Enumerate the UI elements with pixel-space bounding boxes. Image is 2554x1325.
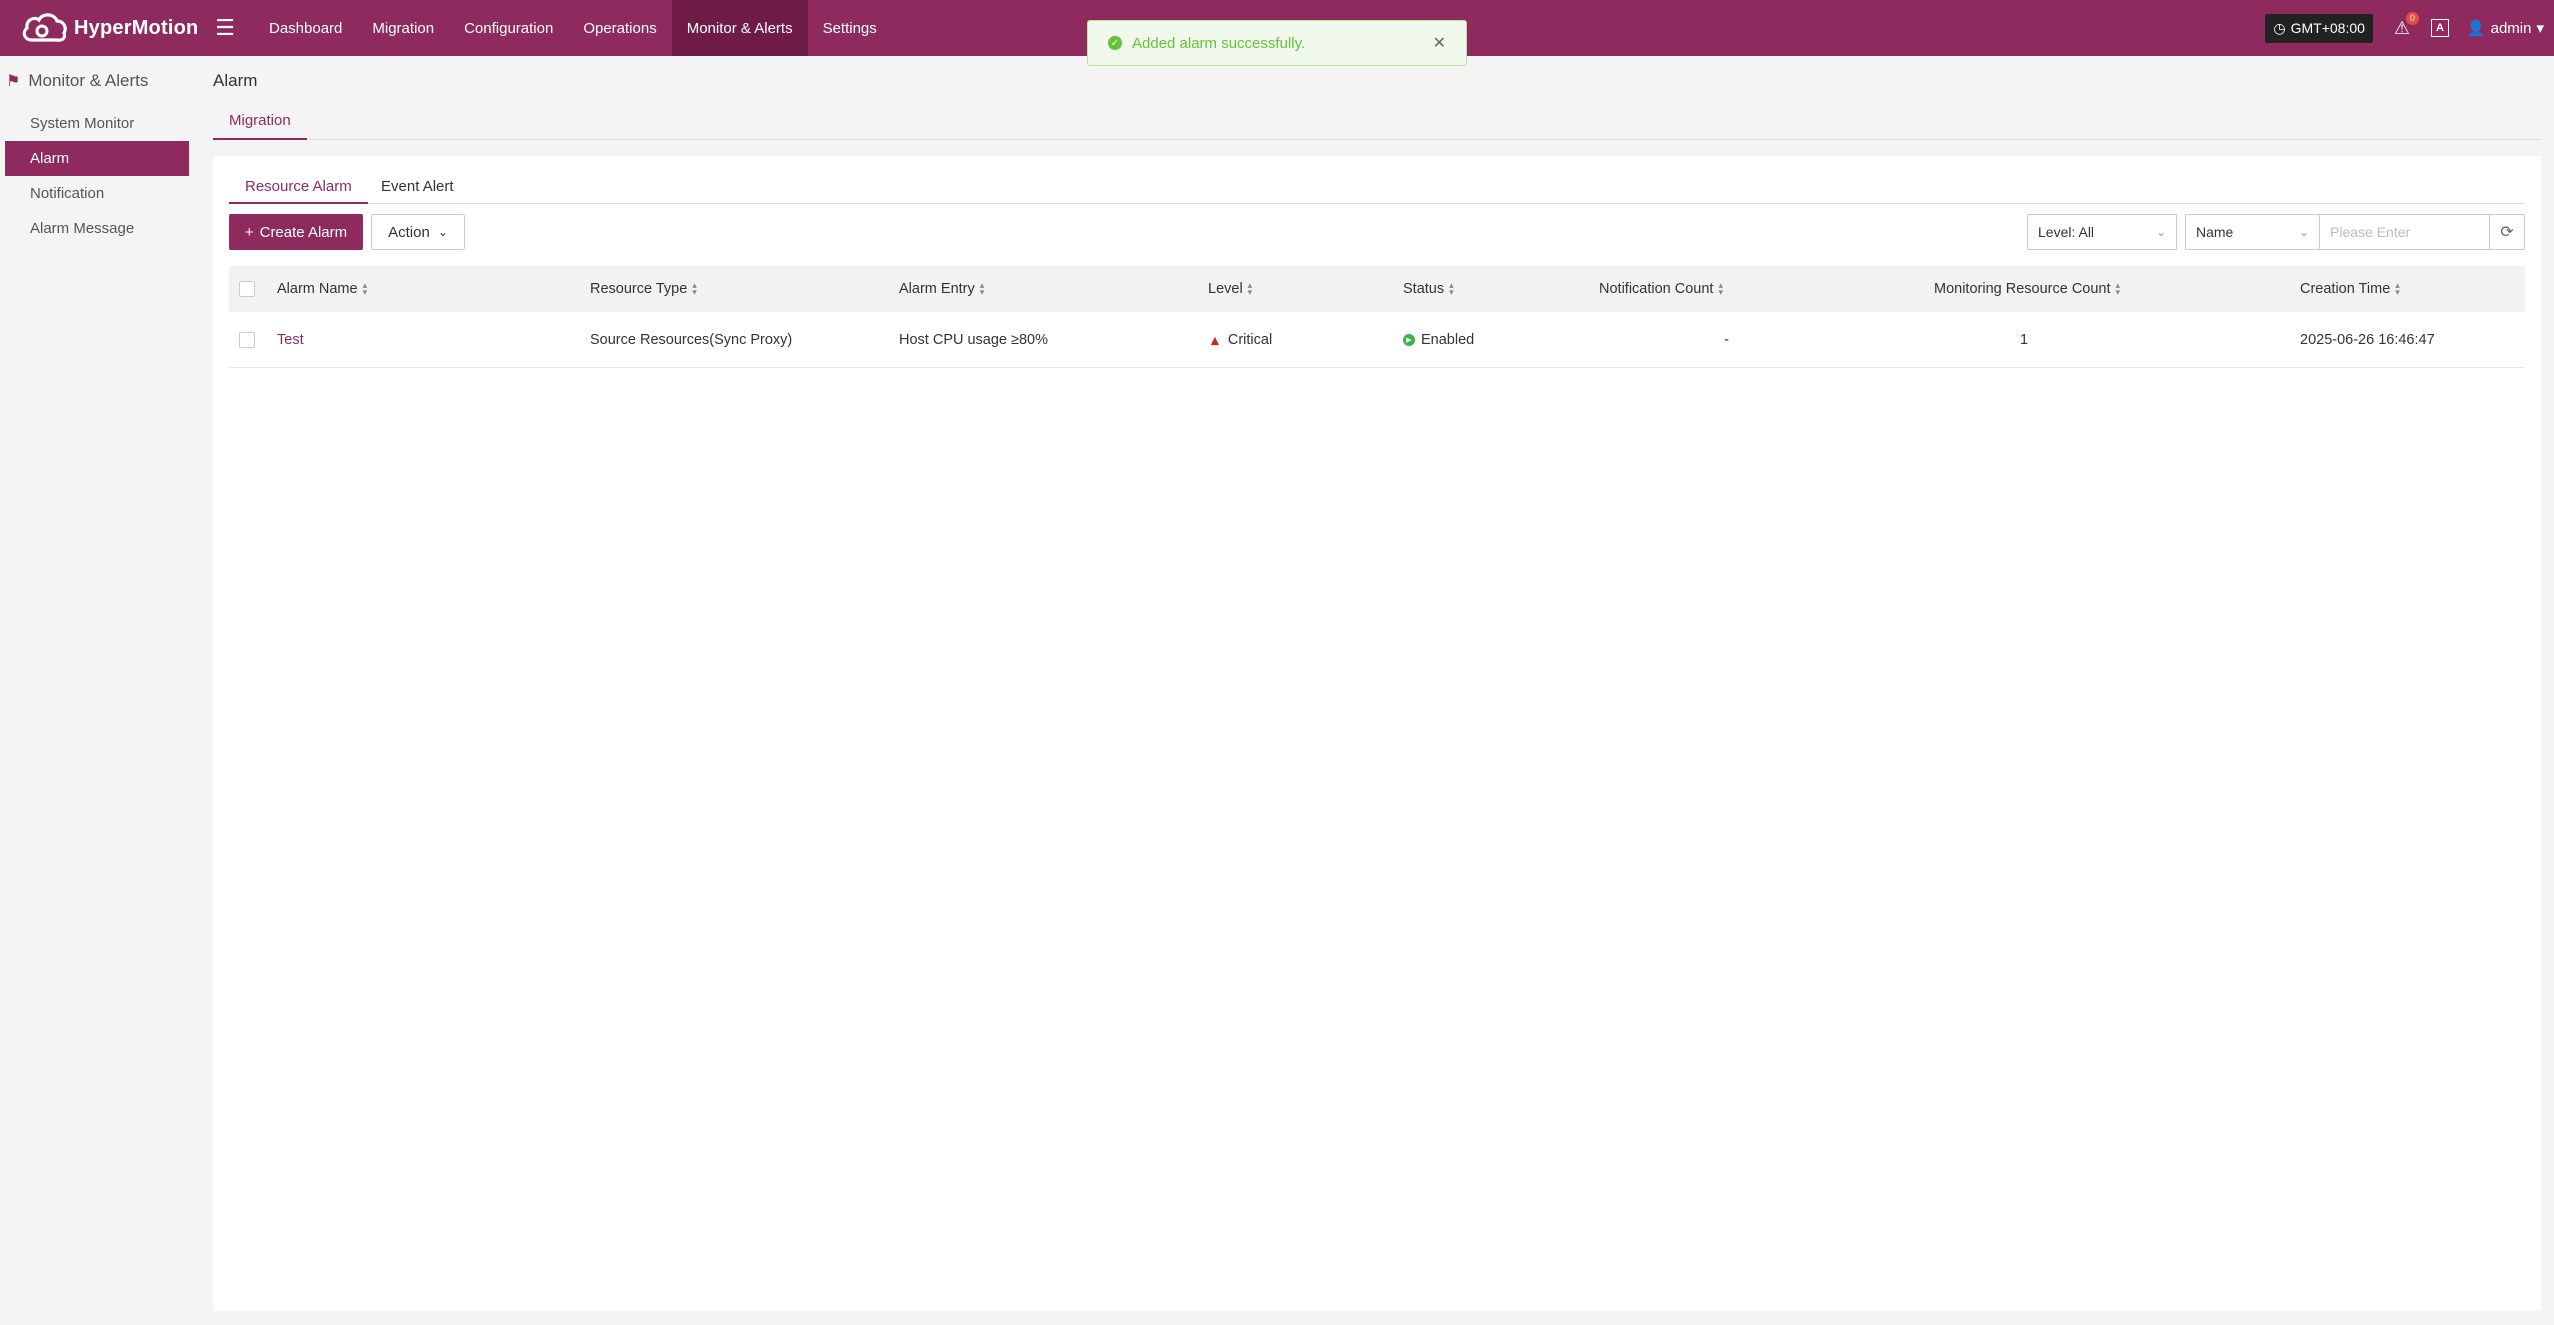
row-checkbox[interactable] — [239, 312, 255, 367]
monitoring-count-cell: 1 — [2019, 331, 2029, 348]
alarm-table: Alarm Name ▴ ▾ Resource Type ▴ ▾ Alarm Entry… — [229, 266, 2525, 368]
table-header: Alarm Name ▴ ▾ Resource Type ▴ ▾ Alarm Entry… — [229, 266, 2525, 312]
col-alarm-entry[interactable]: Alarm Entry ▴ ▾ — [899, 266, 984, 312]
app-logo[interactable]: HyperMotion — [0, 0, 200, 56]
caret-down-icon: ▾ — [2536, 20, 2544, 37]
timezone-label: GMT+08:00 — [2290, 20, 2365, 36]
sidebar-item-alarm[interactable]: Alarm — [5, 141, 189, 176]
sort-icon: ▴ ▾ — [2115, 280, 2121, 297]
col-label: Alarm Name — [277, 281, 358, 297]
col-resource-type[interactable]: Resource Type ▴ ▾ — [590, 266, 697, 312]
nav-configuration[interactable]: Configuration — [449, 0, 568, 56]
language-icon[interactable]: A — [2430, 19, 2449, 37]
tab-event-alert[interactable]: Event Alert — [365, 170, 470, 204]
timezone-button[interactable]: ◷ GMT+08:00 — [2265, 13, 2373, 43]
plus-icon: + — [244, 223, 254, 241]
level-filter-value: Level: All — [2038, 224, 2095, 240]
sort-icon: ▴ ▾ — [692, 280, 697, 297]
top-right-controls: ◷ GMT+08:00 ⚠ 0 A 👤 admin ▾ — [2265, 0, 2544, 56]
app-name: HyperMotion — [74, 16, 199, 39]
col-level[interactable]: Level ▴ ▾ — [1208, 266, 1252, 312]
table-row: Test Source Resources(Sync Proxy) Host C… — [229, 312, 2525, 368]
col-label: Level — [1208, 281, 1243, 297]
alert-count-badge: 0 — [2405, 11, 2419, 25]
chevron-down-icon: ⌄ — [2298, 225, 2309, 239]
notification-count-cell: - — [1724, 331, 1729, 348]
col-label: Creation Time — [2300, 281, 2391, 297]
level-cell: ▲ Critical — [1208, 312, 1272, 367]
nav-operations[interactable]: Operations — [568, 0, 671, 56]
col-label: Monitoring Resource Count — [1934, 281, 2111, 297]
level-label: Critical — [1227, 331, 1273, 348]
sidebar-item-alarm-message[interactable]: Alarm Message — [5, 211, 189, 246]
nav-migration[interactable]: Migration — [357, 0, 449, 56]
create-alarm-label: Create Alarm — [259, 223, 348, 241]
action-label: Action — [388, 223, 430, 241]
success-toast: ✓ Added alarm successfully. ✕ — [1087, 20, 1467, 66]
main-nav: Dashboard Migration Configuration Operat… — [254, 0, 892, 56]
refresh-icon[interactable]: ⟳ — [2489, 214, 2525, 250]
menu-toggle-icon[interactable]: ☰ — [200, 0, 250, 56]
sidebar-header-label: Monitor & Alerts — [28, 71, 149, 90]
sidebar: ⚑ Monitor & Alerts System Monitor Alarm … — [0, 56, 200, 1325]
main-panel: Resource Alarm Event Alert + Create Alar… — [213, 156, 2541, 1311]
chevron-down-icon: ⌄ — [437, 225, 448, 239]
sort-icon: ▴ ▾ — [1718, 280, 1723, 297]
sidebar-header: ⚑ Monitor & Alerts — [0, 56, 200, 106]
tab-resource-alarm[interactable]: Resource Alarm — [229, 170, 368, 204]
check-circle-icon: ✓ — [1108, 36, 1122, 50]
user-icon: 👤 — [2466, 20, 2486, 37]
col-creation-time[interactable]: Creation Time ▴ ▾ — [2300, 266, 2400, 312]
search-input[interactable]: Please Enter — [2319, 214, 2492, 250]
col-alarm-name[interactable]: Alarm Name ▴ ▾ — [277, 266, 367, 312]
col-label: Resource Type — [590, 281, 688, 297]
sort-icon: ▴ ▾ — [1449, 280, 1454, 297]
tab-migration[interactable]: Migration — [213, 108, 307, 140]
warning-triangle-icon: ▲ — [1208, 331, 1222, 348]
sort-icon: ▴ ▾ — [362, 280, 368, 297]
level-filter-select[interactable]: Level: All ⌄ — [2027, 214, 2177, 250]
alarm-name-link[interactable]: Test — [277, 312, 304, 367]
col-label: Alarm Entry — [899, 281, 975, 297]
page-title: Alarm — [213, 71, 258, 90]
status-label: Enabled — [1421, 331, 1475, 348]
col-monitoring-count[interactable]: Monitoring Resource Count ▴ ▾ — [1934, 266, 2120, 312]
nav-settings[interactable]: Settings — [808, 0, 892, 56]
close-icon[interactable]: ✕ — [1433, 33, 1446, 53]
toast-message: Added alarm successfully. — [1132, 34, 1306, 52]
sidebar-item-system-monitor[interactable]: System Monitor — [5, 106, 189, 141]
nav-monitor-alerts[interactable]: Monitor & Alerts — [671, 0, 808, 56]
user-menu[interactable]: 👤 admin ▾ — [2466, 19, 2544, 38]
col-status[interactable]: Status ▴ ▾ — [1403, 266, 1454, 312]
col-notification-count[interactable]: Notification Count ▴ ▾ — [1599, 266, 1723, 312]
alarm-entry-cell: Host CPU usage ≥80% — [899, 331, 1049, 348]
search-field-value: Name — [2196, 224, 2234, 240]
search-field-select[interactable]: Name ⌄ — [2185, 214, 2320, 250]
sidebar-item-notification[interactable]: Notification — [5, 176, 189, 211]
select-all-checkbox[interactable] — [239, 266, 255, 312]
sort-icon: ▴ ▾ — [2395, 280, 2400, 297]
play-circle-icon: ▶ — [1403, 333, 1415, 346]
sort-icon: ▴ ▾ — [1247, 280, 1253, 297]
cloud-logo-icon — [22, 13, 67, 42]
status-cell: ▶ Enabled — [1403, 312, 1474, 367]
chevron-down-icon: ⌄ — [2155, 225, 2166, 239]
alert-button[interactable]: ⚠ 0 — [2391, 11, 2419, 39]
user-name: admin — [2490, 19, 2532, 37]
create-alarm-button[interactable]: + Create Alarm — [229, 214, 363, 250]
sub-tabs: Migration — [213, 108, 2541, 140]
col-label: Status — [1403, 281, 1445, 297]
creation-time-cell: 2025-06-26 16:46:47 — [2300, 331, 2435, 348]
resource-type-cell: Source Resources(Sync Proxy) — [590, 331, 793, 348]
nav-dashboard[interactable]: Dashboard — [254, 0, 357, 56]
action-dropdown[interactable]: Action ⌄ — [371, 214, 465, 250]
alarm-tabs: Resource Alarm Event Alert — [229, 170, 2525, 204]
siren-icon: ⚑ — [6, 73, 21, 90]
toolbar: + Create Alarm Action ⌄ Level: All ⌄ Nam… — [229, 214, 2525, 252]
sort-icon: ▴ ▾ — [979, 280, 985, 297]
col-label: Notification Count — [1599, 281, 1714, 297]
clock-icon: ◷ — [2273, 19, 2286, 36]
